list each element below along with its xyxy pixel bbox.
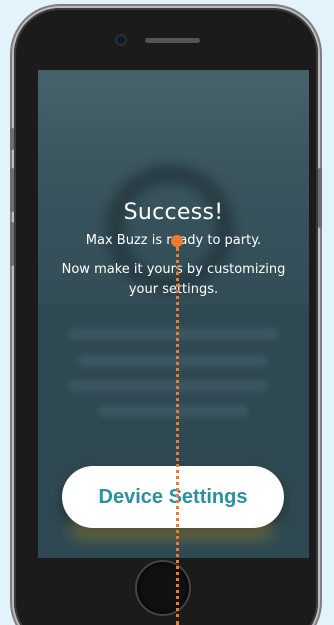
annotation-dotted-line [176,247,179,625]
power-button [318,168,322,228]
success-body: Now make it yours by customizing your se… [61,262,286,297]
success-title: Success! [123,200,224,225]
front-camera-icon [117,36,125,44]
volume-down-button [10,222,14,266]
mute-switch [10,128,14,150]
device-settings-button[interactable]: Device Settings [62,466,284,528]
tutorial-stage: Success! Max Buzz is ready to party. Now… [0,0,334,625]
volume-up-button [10,168,14,212]
home-button-icon[interactable] [137,562,189,614]
earpiece-speaker [145,38,200,43]
annotation-dot [171,235,183,247]
success-message: Success! Max Buzz is ready to party. Now… [38,200,309,300]
